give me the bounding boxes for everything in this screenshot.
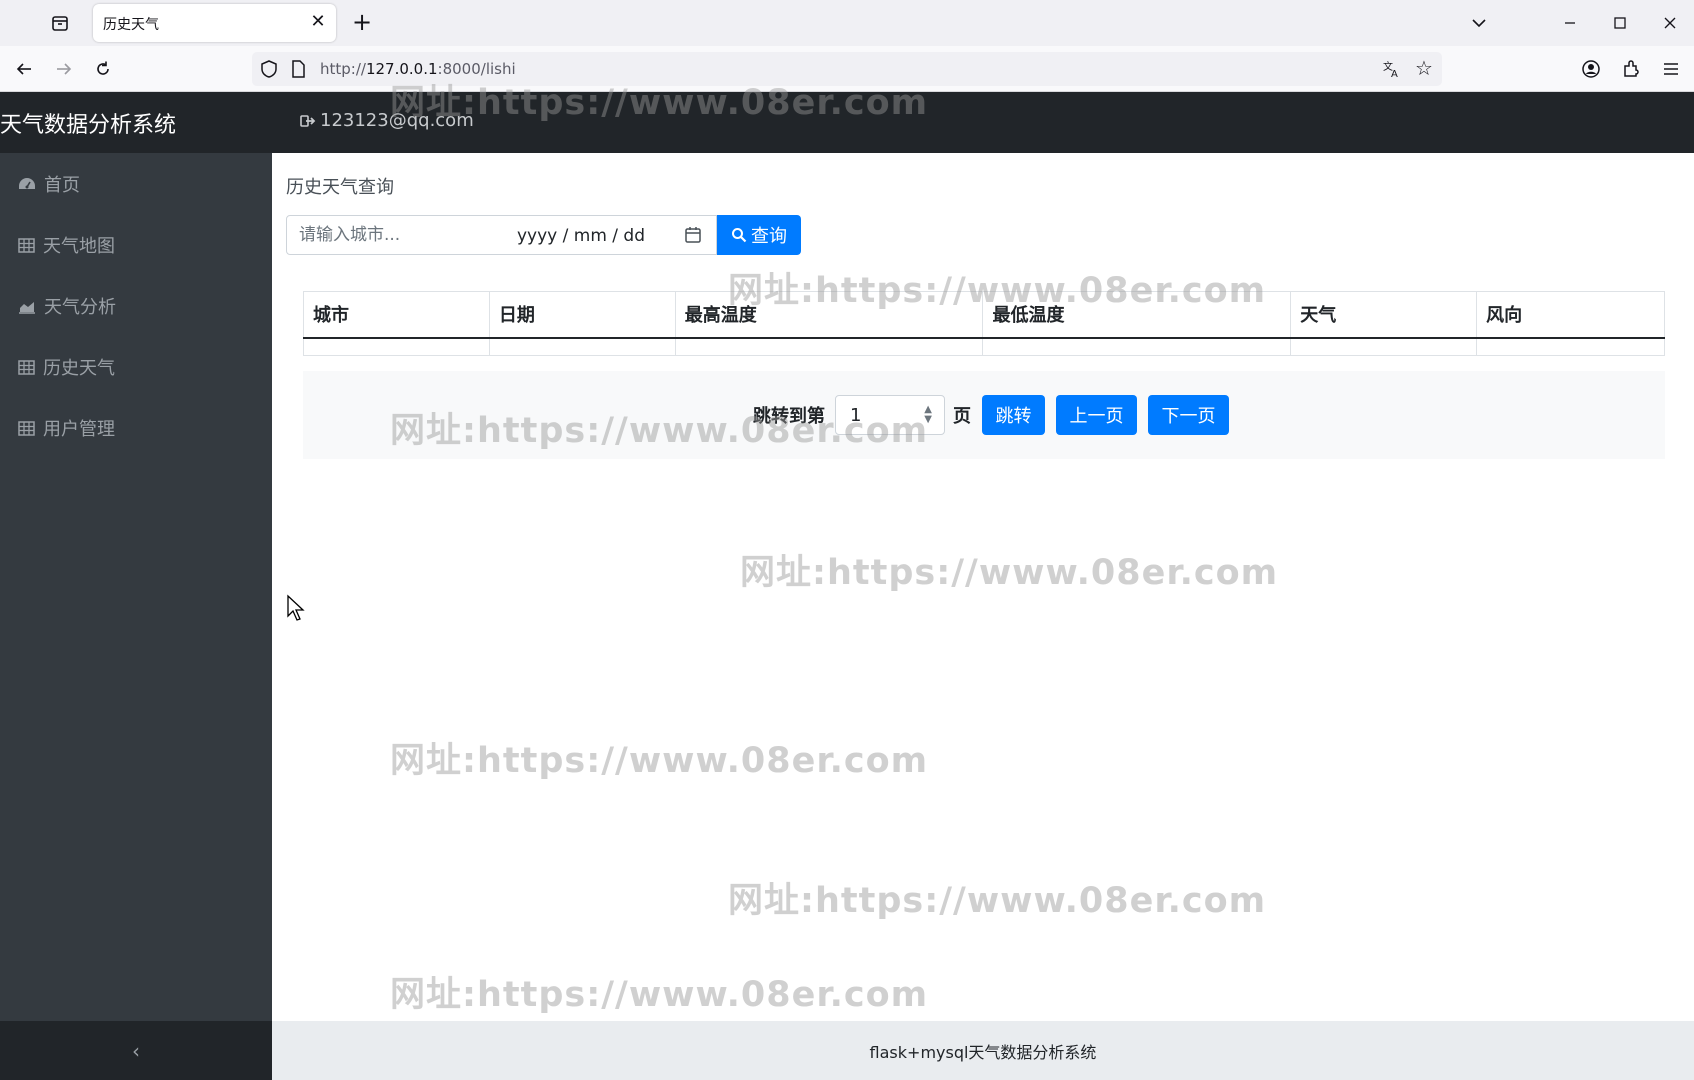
calendar-icon[interactable] xyxy=(684,226,702,244)
app-header: 天气数据分析系统 123123@qq.com xyxy=(0,92,1694,153)
new-tab-button[interactable]: + xyxy=(348,9,376,37)
query-label: 查询 xyxy=(751,226,787,247)
sidebar-item-weather-map[interactable]: 天气地图 xyxy=(0,222,272,268)
chevron-left-icon: ‹ xyxy=(132,1038,140,1063)
minimize-icon[interactable] xyxy=(1552,8,1588,38)
main-content: 历史天气查询 yyyy / mm / dd 查询 城市 日期 最高温度 最低温度… xyxy=(272,153,1694,1021)
app-footer: flask+mysql天气数据分析系统 xyxy=(272,1021,1694,1080)
url-path: :8000/lishi xyxy=(437,60,516,78)
user-email: 123123@qq.com xyxy=(320,110,474,131)
prev-page-button[interactable]: 上一页 xyxy=(1056,395,1137,435)
list-tabs-icon[interactable] xyxy=(1466,10,1492,36)
translate-icon[interactable]: 文A xyxy=(1382,59,1404,81)
jump-button[interactable]: 跳转 xyxy=(982,395,1045,435)
back-icon[interactable] xyxy=(10,55,38,83)
tab-title: 历史天气 xyxy=(103,17,159,33)
column-header-date: 日期 xyxy=(488,291,676,339)
sidebar-item-label: 天气分析 xyxy=(44,297,116,318)
sidebar-item-user-management[interactable]: 用户管理 xyxy=(0,405,272,451)
svg-text:A: A xyxy=(1391,69,1398,79)
table-cell xyxy=(1476,337,1665,356)
sidebar-item-weather-analysis[interactable]: 天气分析 xyxy=(0,283,272,329)
mouse-cursor-icon xyxy=(287,594,305,621)
table-cell xyxy=(303,337,490,356)
tab-close-icon[interactable]: ✕ xyxy=(306,11,330,35)
date-input[interactable]: yyyy / mm / dd xyxy=(501,215,717,255)
page-number-value: 1 xyxy=(850,405,862,426)
page-number-input[interactable]: 1 ▲ ▼ xyxy=(835,395,945,435)
browser-tab[interactable]: 历史天气 ✕ xyxy=(93,4,336,42)
tracking-shield-icon[interactable] xyxy=(260,59,280,79)
sidebar-item-label: 用户管理 xyxy=(43,419,115,440)
column-header-max-temp: 最高温度 xyxy=(674,291,984,339)
url-host: 127.0.0.1 xyxy=(365,60,438,78)
history-table: 城市 日期 最高温度 最低温度 天气 风向 xyxy=(303,291,1665,356)
url-text[interactable]: http://127.0.0.1:8000/lishi xyxy=(320,60,516,78)
dashboard-icon xyxy=(19,178,35,189)
table-cell xyxy=(982,337,1292,356)
sidebar: 首页 天气地图 天气分析 历史天气 用户管理 xyxy=(0,153,272,1021)
pagination: 跳转到第 1 ▲ ▼ 页 跳转 上一页 下一页 xyxy=(303,371,1665,459)
table-cell xyxy=(674,337,984,356)
pager-prefix: 跳转到第 xyxy=(753,406,825,427)
city-search-input[interactable] xyxy=(286,215,502,255)
table-row xyxy=(303,337,1665,356)
area-chart-icon xyxy=(19,301,35,314)
menu-icon[interactable] xyxy=(1658,56,1684,82)
table-icon xyxy=(18,420,35,436)
footer-text: flask+mysql天气数据分析系统 xyxy=(869,1042,1097,1062)
page-info-icon[interactable] xyxy=(290,59,310,79)
url-bar[interactable]: http://127.0.0.1:8000/lishi 文A ☆ xyxy=(252,52,1442,86)
next-page-button[interactable]: 下一页 xyxy=(1148,395,1229,435)
page-title: 历史天气查询 xyxy=(286,177,394,198)
query-button[interactable]: 查询 xyxy=(717,215,801,255)
browser-tab-bar: 历史天气 ✕ + xyxy=(0,0,1694,46)
table-cell xyxy=(488,337,676,356)
brand-title[interactable]: 天气数据分析系统 xyxy=(0,107,176,139)
sidebar-item-label: 历史天气 xyxy=(43,358,115,379)
sidebar-item-home[interactable]: 首页 xyxy=(0,161,272,207)
browser-nav-bar: http://127.0.0.1:8000/lishi 文A ☆ xyxy=(0,46,1694,92)
sign-out-icon xyxy=(300,114,316,127)
url-scheme: http:// xyxy=(320,60,366,78)
account-icon[interactable] xyxy=(1578,56,1604,82)
column-header-city: 城市 xyxy=(303,291,490,339)
tab-overview-icon[interactable] xyxy=(48,11,72,35)
column-header-weather: 天气 xyxy=(1290,291,1478,339)
sidebar-item-label: 天气地图 xyxy=(43,236,115,257)
table-icon xyxy=(18,359,35,375)
table-cell xyxy=(1290,337,1478,356)
user-logout-link[interactable]: 123123@qq.com xyxy=(300,110,474,131)
date-placeholder: yyyy / mm / dd xyxy=(517,226,646,246)
table-icon xyxy=(18,237,35,253)
pager-suffix: 页 xyxy=(953,406,971,427)
sidebar-collapse-button[interactable]: ‹ xyxy=(0,1021,272,1080)
extensions-icon[interactable] xyxy=(1618,56,1644,82)
search-icon xyxy=(732,228,747,243)
number-spinner-icon[interactable]: ▲ ▼ xyxy=(924,405,932,425)
table-header-row: 城市 日期 最高温度 最低温度 天气 风向 xyxy=(303,291,1665,339)
sidebar-item-label: 首页 xyxy=(44,175,80,196)
forward-icon[interactable] xyxy=(50,55,78,83)
maximize-icon[interactable] xyxy=(1602,8,1638,38)
sidebar-item-history-weather[interactable]: 历史天气 xyxy=(0,344,272,390)
reload-icon[interactable] xyxy=(89,55,117,83)
bookmark-star-icon[interactable]: ☆ xyxy=(1412,57,1436,81)
window-close-icon[interactable] xyxy=(1652,8,1688,38)
column-header-min-temp: 最低温度 xyxy=(982,291,1292,339)
column-header-wind: 风向 xyxy=(1476,291,1665,339)
